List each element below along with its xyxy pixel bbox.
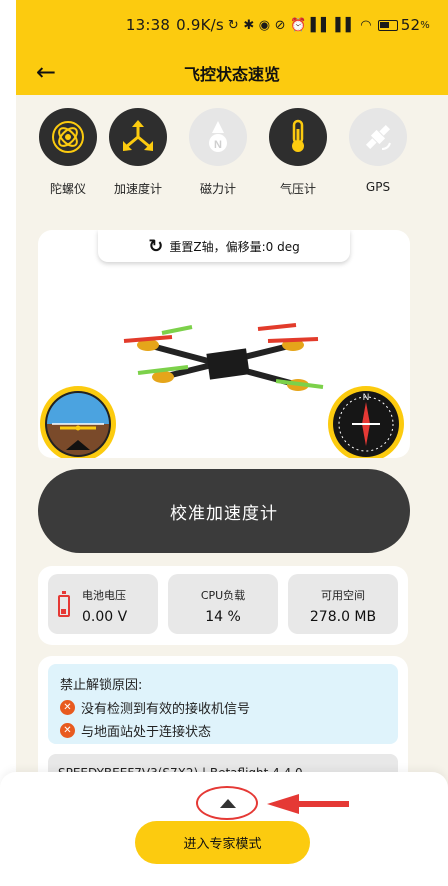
sensor-row: 陀螺仪 加速度计 N 磁力计 气压计 GPS bbox=[16, 108, 448, 208]
accelerometer-icon bbox=[109, 108, 167, 166]
svg-text:N: N bbox=[363, 392, 370, 402]
svg-text:N: N bbox=[214, 139, 222, 151]
sensor-barometer[interactable]: 气压计 bbox=[268, 108, 328, 197]
network-speed: 0.9K/s bbox=[176, 16, 224, 34]
reason-text: 与地面站处于连接状态 bbox=[81, 725, 212, 740]
thermometer-icon bbox=[269, 108, 327, 166]
sensor-label: 磁力计 bbox=[199, 182, 236, 196]
list-item: ✕ 没有检测到有效的接收机信号 bbox=[60, 698, 386, 717]
stat-label: 可用空间 bbox=[321, 589, 365, 602]
stats-card: 电池电压 0.00 V CPU负载 14 % 可用空间 278.0 MB bbox=[38, 566, 408, 645]
expert-mode-button[interactable]: 进入专家模式 bbox=[135, 821, 310, 864]
battery-voltage-stat: 电池电压 0.00 V bbox=[48, 574, 158, 634]
sensor-gps[interactable]: GPS bbox=[348, 108, 408, 194]
gps-satellite-icon bbox=[349, 108, 407, 166]
status-icons: ↻ ✱ ◉ ⊘ ⏰ ▌▌ ▌▌ ◠ bbox=[227, 17, 372, 33]
stat-label: CPU负载 bbox=[200, 589, 246, 602]
status-time: 13:38 bbox=[125, 16, 171, 34]
annotation-arrow-icon bbox=[267, 794, 349, 814]
status-bar: 13:38 0.9K/s ↻ ✱ ◉ ⊘ ⏰ ▌▌ ▌▌ ◠ 52% bbox=[16, 0, 448, 50]
reset-label: 重置Z轴，偏移量:0 deg bbox=[169, 239, 300, 254]
free-space-stat: 可用空间 278.0 MB bbox=[288, 574, 398, 634]
page-title: 飞控状态速览 bbox=[183, 64, 280, 84]
arming-heading: 禁止解锁原因: bbox=[60, 678, 143, 693]
gyroscope-icon bbox=[39, 108, 97, 166]
battery-warning-icon bbox=[58, 591, 70, 617]
refresh-icon: ↻ bbox=[148, 235, 164, 257]
expand-sheet-button[interactable] bbox=[196, 786, 258, 820]
sensor-label: 加速度计 bbox=[113, 182, 162, 196]
calibrate-accelerometer-button[interactable]: 校准加速度计 bbox=[38, 469, 410, 553]
sensor-accelerometer[interactable]: 加速度计 bbox=[108, 108, 168, 197]
stat-value: 0.00 V bbox=[82, 609, 128, 625]
magnetometer-icon: N bbox=[189, 108, 247, 166]
app-bar: ← 飞控状态速览 bbox=[16, 50, 448, 95]
compass-indicator: N bbox=[328, 386, 404, 458]
arrow-left-icon[interactable]: ← bbox=[36, 58, 56, 86]
chevron-up-icon bbox=[220, 799, 236, 808]
arming-reasons: 禁止解锁原因: ✕ 没有检测到有效的接收机信号 ✕ 与地面站处于连接状态 bbox=[48, 664, 398, 744]
sensor-label: 陀螺仪 bbox=[49, 182, 86, 196]
battery-percent: 52 bbox=[400, 16, 421, 34]
sensor-label: GPS bbox=[365, 180, 391, 194]
cpu-load-stat: CPU负载 14 % bbox=[168, 574, 278, 634]
sensor-magnetometer[interactable]: N 磁力计 bbox=[188, 108, 248, 197]
error-x-icon: ✕ bbox=[60, 723, 75, 738]
stat-value: 14 % bbox=[205, 609, 241, 625]
reason-text: 没有检测到有效的接收机信号 bbox=[81, 702, 251, 717]
battery-icon bbox=[377, 19, 398, 31]
sensor-gyroscope[interactable]: 陀螺仪 bbox=[38, 108, 98, 197]
drone-model bbox=[123, 323, 324, 391]
stat-label: 电池电压 bbox=[82, 589, 126, 602]
sensor-label: 气压计 bbox=[279, 182, 316, 196]
stat-value: 278.0 MB bbox=[309, 609, 377, 625]
attitude-indicator bbox=[40, 386, 116, 458]
reset-z-axis-button[interactable]: ↻ 重置Z轴，偏移量:0 deg bbox=[98, 230, 350, 262]
list-item: ✕ 与地面站处于连接状态 bbox=[60, 721, 386, 740]
error-x-icon: ✕ bbox=[60, 700, 75, 715]
attitude-view-card: ↻ 重置Z轴，偏移量:0 deg N bbox=[38, 230, 410, 458]
